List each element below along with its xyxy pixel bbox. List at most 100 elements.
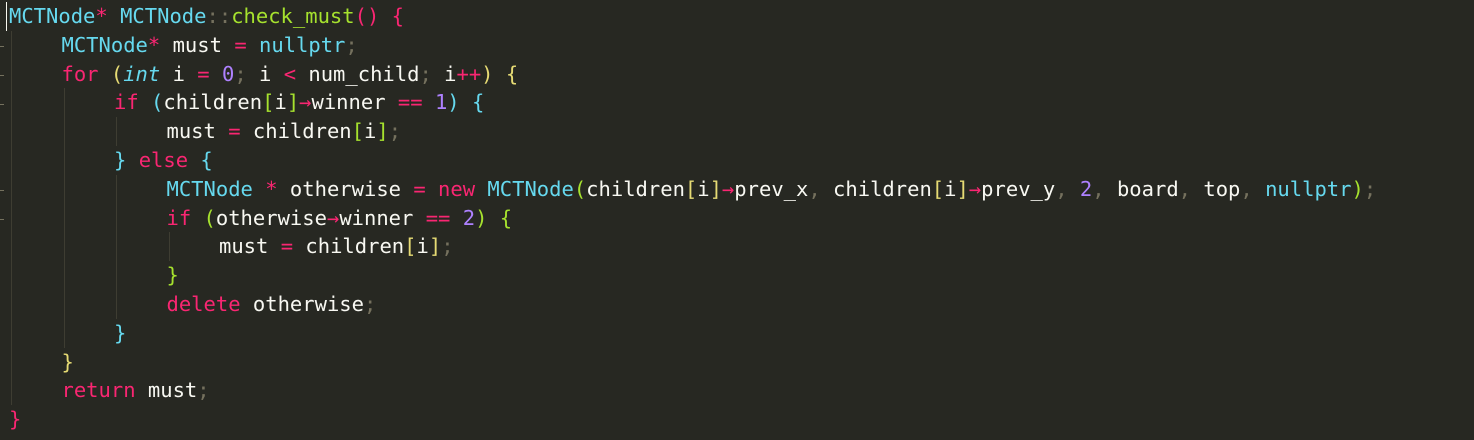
code-line[interactable]: }	[9, 405, 1474, 434]
fold-marker-icon[interactable]	[0, 103, 4, 105]
code-tokens: MCTNode * otherwise = new MCTNode(childr…	[9, 176, 1377, 201]
code-line[interactable]: }	[9, 318, 1474, 348]
code-tokens: if (children[i]→winner == 1) {	[9, 90, 484, 114]
code-line[interactable]: must = children[i];	[9, 117, 1474, 146]
code-token: ;	[345, 32, 358, 57]
code-token: =	[413, 176, 426, 201]
code-token: {	[505, 61, 519, 86]
code-token: (	[110, 61, 124, 86]
code-token: ,	[1240, 176, 1253, 201]
code-token: →	[721, 176, 735, 201]
code-token: winner	[311, 90, 398, 115]
code-token: }	[166, 263, 179, 288]
code-line[interactable]: if (otherwise→winner == 2) {	[9, 203, 1474, 233]
code-token: return	[61, 378, 136, 403]
code-token: prev_y	[981, 176, 1056, 201]
code-token: <	[283, 61, 297, 86]
code-token: MCTNode	[120, 4, 207, 28]
code-token: =	[197, 61, 210, 86]
code-token: check_must	[231, 4, 355, 28]
code-editor[interactable]: MCTNode* MCTNode::check_must() {MCTNode*…	[0, 0, 1474, 440]
code-area[interactable]: MCTNode* MCTNode::check_must() {MCTNode*…	[6, 0, 1474, 434]
code-token: children	[240, 119, 352, 144]
code-line[interactable]: }	[9, 261, 1474, 290]
code-token: ;	[419, 61, 432, 86]
code-token: children	[820, 176, 932, 201]
code-token: must	[135, 378, 198, 403]
code-token: i	[364, 119, 377, 144]
code-token: ,	[1055, 176, 1068, 201]
code-line[interactable]: } else {	[9, 145, 1474, 175]
code-token: (	[573, 176, 587, 201]
code-token: (	[203, 205, 216, 230]
code-token: ]	[428, 234, 442, 259]
code-token: MCTNode	[61, 32, 148, 57]
code-tokens: must = children[i];	[9, 234, 454, 258]
code-tokens: }	[9, 407, 21, 431]
code-token: MCTNode	[166, 176, 253, 201]
code-token: [	[262, 90, 275, 115]
code-token: num_child	[296, 61, 420, 86]
code-token: =	[280, 234, 294, 259]
code-token: ++	[456, 61, 482, 86]
code-token: *	[147, 32, 161, 57]
fold-marker-icon[interactable]	[0, 75, 4, 76]
code-tokens: for (int i = 0; i < num_child; i++) {	[9, 61, 519, 86]
code-token: nullptr	[1265, 176, 1352, 201]
code-token: ,	[808, 176, 821, 201]
text-cursor	[6, 2, 7, 31]
code-token: ]	[956, 176, 969, 201]
code-token: )	[1351, 176, 1364, 201]
code-token: i	[416, 234, 429, 259]
code-line[interactable]: must = children[i];	[9, 232, 1474, 262]
code-token: =	[234, 32, 247, 57]
code-token: )	[475, 205, 488, 230]
fold-marker-icon[interactable]	[0, 190, 4, 192]
code-token: {	[200, 147, 213, 172]
code-token: =	[228, 119, 241, 144]
code-token: int	[123, 61, 161, 86]
code-line[interactable]: MCTNode * otherwise = new MCTNode(childr…	[9, 174, 1474, 204]
code-line[interactable]: if (children[i]→winner == 1) {	[9, 88, 1474, 118]
code-tokens: MCTNode* must = nullptr;	[9, 33, 358, 57]
code-token: i	[246, 61, 284, 86]
fold-gutter[interactable]	[0, 0, 6, 440]
code-token: ]	[709, 176, 722, 201]
code-token: 2	[462, 205, 476, 230]
code-line[interactable]: }	[9, 347, 1474, 377]
code-token: [	[351, 119, 364, 144]
code-line[interactable]: for (int i = 0; i < num_child; i++) {	[9, 59, 1474, 89]
code-line[interactable]: MCTNode* MCTNode::check_must() {	[6, 2, 1474, 31]
code-line[interactable]: return must;	[9, 376, 1474, 406]
code-token: i	[274, 90, 287, 115]
code-token: }	[114, 320, 127, 345]
code-token: ;	[388, 119, 402, 144]
code-token: children	[293, 234, 405, 259]
code-token: nullptr	[259, 32, 346, 57]
code-token: board	[1104, 176, 1179, 201]
code-token: otherwise	[277, 176, 414, 201]
code-line[interactable]: delete otherwise;	[9, 289, 1474, 319]
code-token: children	[163, 90, 263, 115]
fold-marker-icon[interactable]	[0, 46, 4, 48]
code-token: otherwise	[240, 291, 364, 316]
code-tokens: } else {	[9, 148, 213, 172]
code-token: MCTNode	[9, 4, 96, 28]
code-token: (	[151, 90, 164, 115]
code-tokens: if (otherwise→winner == 2) {	[9, 205, 513, 230]
fold-marker-icon[interactable]	[0, 219, 4, 220]
code-token: ;	[363, 291, 377, 316]
code-line[interactable]: MCTNode* must = nullptr;	[9, 30, 1474, 60]
code-token: →	[968, 176, 982, 201]
code-token: top	[1191, 176, 1241, 201]
code-token: ==	[425, 205, 451, 230]
